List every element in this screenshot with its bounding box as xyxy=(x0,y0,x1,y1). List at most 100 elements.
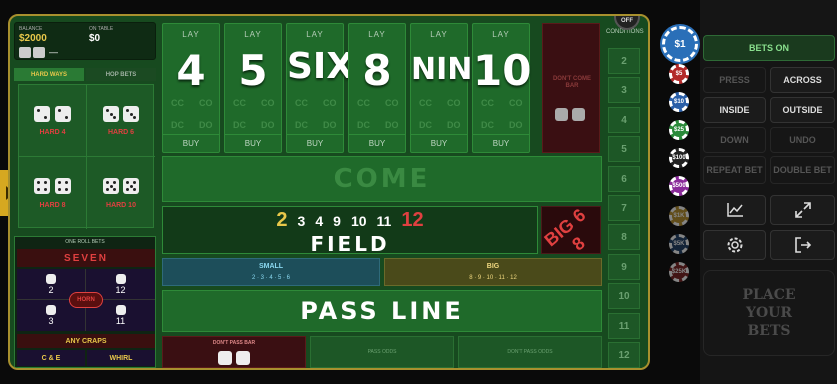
lay-label[interactable]: LAY xyxy=(163,30,219,39)
dont-odds-label[interactable]: DO xyxy=(509,120,523,130)
condition-cell[interactable]: 4 xyxy=(608,106,640,133)
down-button[interactable]: DOWN xyxy=(703,127,766,153)
repeat-bet-button[interactable]: REPEAT BET xyxy=(703,156,766,184)
horn-bet[interactable]: HORN xyxy=(69,292,103,308)
condition-cell[interactable]: 3 xyxy=(608,77,640,104)
inside-button[interactable]: INSIDE xyxy=(703,97,766,123)
hard-6-bet[interactable]: HARD 6 xyxy=(87,85,155,157)
place-your-bets-button[interactable]: PLACE YOUR BETS xyxy=(703,270,835,356)
come-come-label[interactable]: CC xyxy=(295,98,308,108)
come-come-label[interactable]: CC xyxy=(357,98,370,108)
dont-come-label[interactable]: DC xyxy=(233,120,246,130)
hard-4-bet[interactable]: HARD 4 xyxy=(19,85,87,157)
place-8-box[interactable]: LAY 8 CC CO DC DO BUY xyxy=(348,23,406,153)
come-come-label[interactable]: CC xyxy=(419,98,432,108)
die-icon xyxy=(54,105,71,122)
undo-button[interactable]: UNDO xyxy=(770,127,835,153)
condition-cell[interactable]: 6 xyxy=(608,165,640,192)
lay-label[interactable]: LAY xyxy=(349,30,405,39)
field-bet[interactable]: 2 3 4 9 10 11 12 FIELD xyxy=(162,206,538,256)
dont-come-label[interactable]: DC xyxy=(419,120,432,130)
lay-label[interactable]: LAY xyxy=(225,30,281,39)
die-icon xyxy=(236,350,251,365)
come-bet[interactable]: COME xyxy=(162,156,602,202)
lay-label[interactable]: LAY xyxy=(473,30,529,39)
ce-bet[interactable]: C & E xyxy=(17,350,85,366)
come-odds-label[interactable]: CO xyxy=(385,98,399,108)
hard-10-bet[interactable]: HARD 10 xyxy=(87,157,155,229)
dont-pass-bar[interactable]: DON'T PASS BAR xyxy=(162,336,306,368)
pass-odds-bet[interactable]: PASS ODDS xyxy=(310,336,454,368)
settings-button[interactable] xyxy=(703,230,766,260)
chip-1k[interactable]: $1K xyxy=(669,206,689,226)
condition-cell[interactable]: 10 xyxy=(608,283,640,310)
dont-come-label[interactable]: DC xyxy=(295,120,308,130)
condition-cell[interactable]: 9 xyxy=(608,253,640,280)
dont-odds-label[interactable]: DO xyxy=(323,120,337,130)
place-nine-box[interactable]: LAY NINE CC CO DC DO BUY xyxy=(410,23,493,153)
big-bet[interactable]: BIG 8 · 9 · 10 · 11 · 12 xyxy=(384,258,602,286)
chip-25k[interactable]: $25K xyxy=(669,262,689,282)
lay-label[interactable]: LAY xyxy=(287,30,343,39)
press-button[interactable]: PRESS xyxy=(703,67,766,93)
place-six-box[interactable]: LAY SIX CC CO DC DO BUY xyxy=(286,23,354,153)
dont-odds-label[interactable]: DO xyxy=(261,120,275,130)
any-craps-bet[interactable]: ANY CRAPS xyxy=(17,334,155,348)
dont-come-bar[interactable]: DON'T COME BAR xyxy=(542,23,600,153)
come-odds-label[interactable]: CO xyxy=(323,98,337,108)
buy-button[interactable]: BUY xyxy=(349,134,405,152)
place-5-box[interactable]: LAY 5 CC CO DC DO BUY xyxy=(224,23,282,153)
dont-odds-label[interactable]: DO xyxy=(199,120,213,130)
dont-pass-odds-bet[interactable]: DON'T PASS ODDS xyxy=(458,336,602,368)
dont-come-label[interactable]: DC xyxy=(481,120,494,130)
seven-bet[interactable]: SEVEN xyxy=(17,249,155,267)
buy-button[interactable]: BUY xyxy=(411,134,467,152)
chip-25[interactable]: $25 xyxy=(669,120,689,140)
big-6-8-bet[interactable]: BIG 6 8 xyxy=(541,206,601,254)
come-come-label[interactable]: CC xyxy=(481,98,494,108)
condition-cell[interactable]: 8 xyxy=(608,224,640,251)
double-bet-button[interactable]: DOUBLE BET xyxy=(770,156,835,184)
fullscreen-button[interactable] xyxy=(770,195,835,225)
outside-button[interactable]: OUTSIDE xyxy=(770,97,835,123)
condition-cell[interactable]: 2 xyxy=(608,48,640,74)
come-odds-label[interactable]: CO xyxy=(447,98,461,108)
chip-500[interactable]: $500 xyxy=(669,176,689,196)
place-4-box[interactable]: LAY 4 CC CO DC DO BUY xyxy=(162,23,220,153)
die-icon xyxy=(115,305,126,315)
pass-line-bet[interactable]: PASS LINE xyxy=(162,290,602,332)
chip-100[interactable]: $100 xyxy=(669,148,689,168)
bets-on-toggle[interactable]: BETS ON xyxy=(703,35,835,61)
buy-button[interactable]: BUY xyxy=(163,134,219,152)
come-odds-label[interactable]: CO xyxy=(509,98,523,108)
condition-cell[interactable]: 7 xyxy=(608,195,640,221)
buy-button[interactable]: BUY xyxy=(473,134,529,152)
lay-label[interactable]: LAY xyxy=(411,30,467,39)
come-odds-label[interactable]: CO xyxy=(261,98,275,108)
stats-button[interactable] xyxy=(703,195,766,225)
buy-button[interactable]: BUY xyxy=(287,134,343,152)
condition-cell[interactable]: 5 xyxy=(608,136,640,163)
whirl-bet[interactable]: WHIRL xyxy=(87,350,155,366)
chip-5k[interactable]: $5K xyxy=(669,234,689,254)
small-bet[interactable]: SMALL 2 · 3 · 4 · 5 · 6 xyxy=(162,258,380,286)
come-odds-label[interactable]: CO xyxy=(199,98,213,108)
come-come-label[interactable]: CC xyxy=(171,98,184,108)
dont-come-label[interactable]: DC xyxy=(357,120,370,130)
chip-10[interactable]: $10 xyxy=(669,92,689,112)
chip-5[interactable]: $5 xyxy=(669,64,689,84)
condition-cell[interactable]: 11 xyxy=(608,312,640,339)
hard-8-bet[interactable]: HARD 8 xyxy=(19,157,87,229)
buy-button[interactable]: BUY xyxy=(225,134,281,152)
tab-hop-bets[interactable]: HOP BETS xyxy=(86,68,156,81)
place-10-box[interactable]: LAY 10 CC CO DC DO BUY xyxy=(472,23,531,153)
come-come-label[interactable]: CC xyxy=(233,98,246,108)
dont-odds-label[interactable]: DO xyxy=(385,120,399,130)
dont-odds-label[interactable]: DO xyxy=(447,120,461,130)
tab-hard-ways[interactable]: HARD WAYS xyxy=(14,68,84,81)
chip-1[interactable]: $1 xyxy=(662,26,698,62)
across-button[interactable]: ACROSS xyxy=(770,67,835,93)
exit-button[interactable] xyxy=(770,230,835,260)
dont-come-label[interactable]: DC xyxy=(171,120,184,130)
condition-cell[interactable]: 12 xyxy=(608,342,640,368)
